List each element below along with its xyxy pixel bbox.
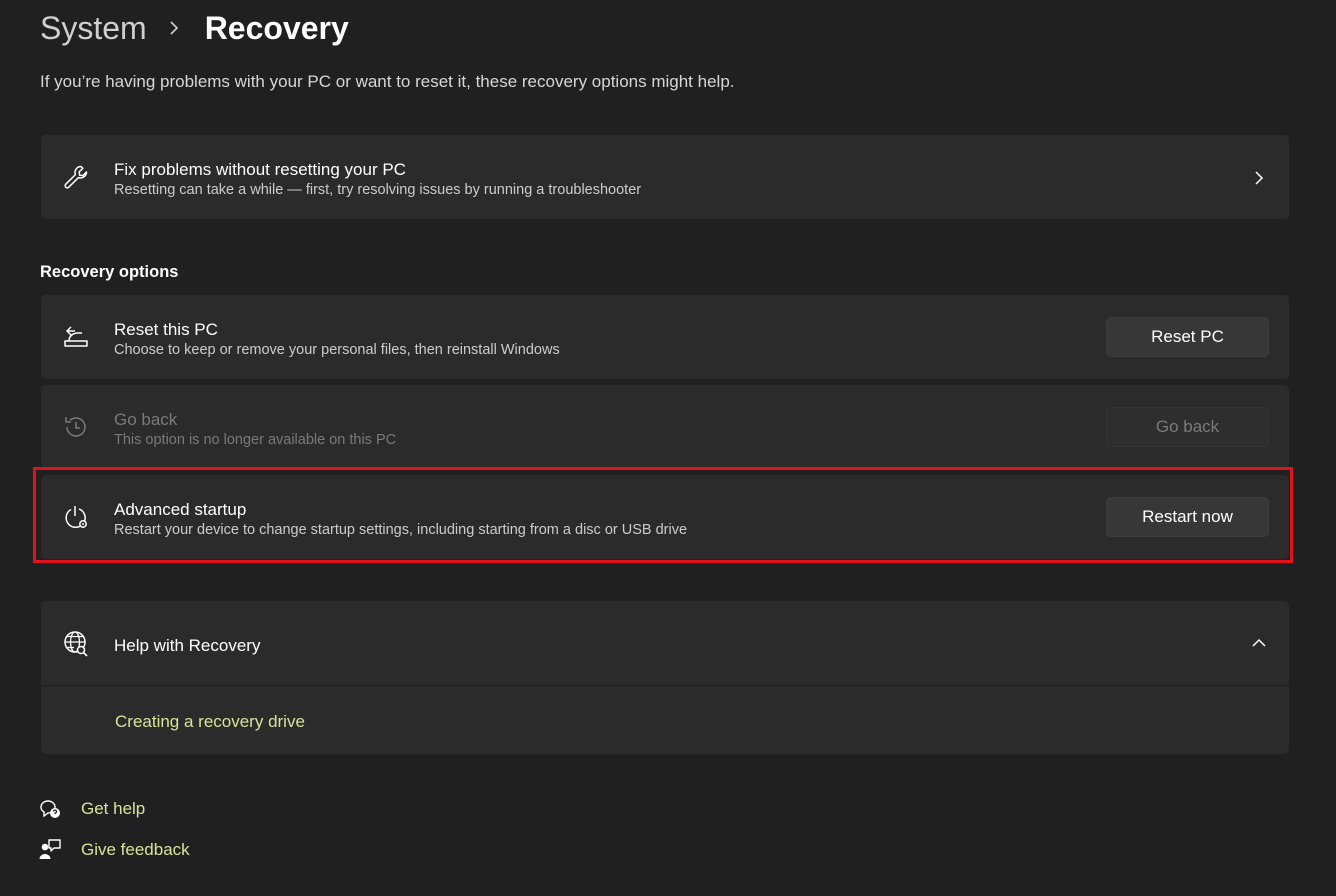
chevron-up-icon [1252, 638, 1266, 647]
go-back-title: Go back [114, 410, 178, 429]
chevron-right-icon [170, 21, 178, 35]
go-back-button: Go back [1106, 407, 1269, 447]
go-back-subtitle: This option is no longer available on th… [114, 432, 397, 448]
chevron-right-icon [1255, 171, 1264, 185]
wrench-icon [64, 165, 88, 189]
give-feedback-row[interactable]: Give feedback [38, 838, 190, 862]
globe-search-icon [64, 631, 88, 657]
help-card: Help with Recovery Creating a recovery d… [41, 601, 1289, 754]
get-help-row[interactable]: Get help [38, 797, 145, 821]
give-feedback-link[interactable]: Give feedback [81, 840, 190, 860]
feedback-icon [39, 839, 61, 859]
get-help-link[interactable]: Get help [81, 799, 145, 819]
reset-pc-icon [64, 326, 88, 347]
page-title: Recovery [204, 9, 349, 46]
divider [41, 685, 1289, 686]
section-title: Recovery options [40, 263, 179, 281]
breadcrumb-system[interactable]: System [40, 10, 147, 47]
page-description: If you’re having problems with your PC o… [40, 72, 735, 91]
help-header[interactable]: Help with Recovery [41, 601, 1289, 685]
reset-pc-card: Reset this PC Choose to keep or remove y… [41, 295, 1289, 379]
fix-problems-title: Fix problems without resetting your PC [114, 160, 406, 179]
recovery-drive-link[interactable]: Creating a recovery drive [115, 712, 305, 732]
help-chat-icon [40, 800, 60, 818]
help-title: Help with Recovery [114, 636, 261, 655]
highlight-box [33, 467, 1293, 563]
breadcrumb: System Recovery [40, 6, 349, 50]
fix-problems-subtitle: Resetting can take a while — first, try … [114, 182, 642, 198]
reset-pc-subtitle: Choose to keep or remove your personal f… [114, 342, 560, 358]
reset-pc-title: Reset this PC [114, 320, 218, 339]
go-back-card: Go back This option is no longer availab… [41, 385, 1289, 469]
reset-pc-button[interactable]: Reset PC [1106, 317, 1269, 357]
fix-problems-card[interactable]: Fix problems without resetting your PC R… [41, 135, 1289, 219]
history-icon [65, 417, 86, 437]
